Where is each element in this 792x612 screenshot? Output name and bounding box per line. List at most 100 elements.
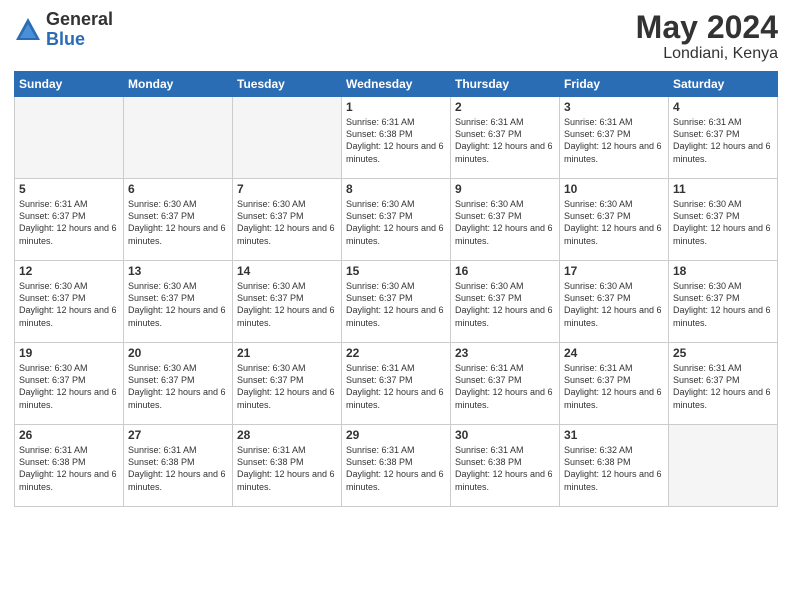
calendar-cell-w1-d5: 2Sunrise: 6:31 AM Sunset: 6:37 PM Daylig… (451, 97, 560, 179)
day-number: 6 (128, 182, 228, 196)
day-number: 2 (455, 100, 555, 114)
day-info: Sunrise: 6:30 AM Sunset: 6:37 PM Dayligh… (455, 280, 555, 329)
calendar-cell-w5-d2: 27Sunrise: 6:31 AM Sunset: 6:38 PM Dayli… (124, 425, 233, 507)
calendar-cell-w3-d3: 14 Sunrise: 6:30 AM Sunset: 6:37 PM Dayli… (233, 261, 342, 343)
calendar-cell-w5-d4: 29 Sunrise: 6:31 AM Sunset: 6:38 PM Dayli… (342, 425, 451, 507)
header-monday: Monday (124, 72, 233, 97)
day-number: 25 (673, 346, 773, 360)
day-info: Sunrise: 6:30 AM Sunset: 6:37 PM Dayligh… (237, 362, 337, 411)
calendar-cell-w4-d4: 22Sunrise: 6:31 AM Sunset: 6:37 PM Dayli… (342, 343, 451, 425)
calendar-cell-w2-d3: 7 Sunrise: 6:30 AM Sunset: 6:37 PM Daylig… (233, 179, 342, 261)
day-info: Sunrise: 6:32 AM Sunset: 6:38 PM Dayligh… (564, 444, 664, 493)
header-saturday: Saturday (669, 72, 778, 97)
day-info: Sunrise: 6:30 AM Sunset: 6:37 PM Dayligh… (128, 280, 228, 329)
day-number: 20 (128, 346, 228, 360)
calendar-cell-w3-d7: 18 Sunrise: 6:30 AM Sunset: 6:37 PM Dayli… (669, 261, 778, 343)
day-number: 19 (19, 346, 119, 360)
day-info: Sunrise: 6:30 AM Sunset: 6:37 PM Dayligh… (564, 198, 664, 247)
day-info: Sunrise: 6:31 AM Sunset: 6:37 PM Dayligh… (564, 362, 664, 411)
day-info: Sunrise: 6:31 AM Sunset: 6:38 PM Dayligh… (237, 444, 337, 493)
day-number: 10 (564, 182, 664, 196)
calendar-cell-w2-d7: 11 Sunrise: 6:30 AM Sunset: 6:37 PM Dayli… (669, 179, 778, 261)
calendar-cell-w2-d6: 10 Sunrise: 6:30 AM Sunset: 6:37 PM Dayli… (560, 179, 669, 261)
calendar-week-4: 19 Sunrise: 6:30 AM Sunset: 6:37 PM Dayli… (15, 343, 778, 425)
calendar-cell-w3-d6: 17 Sunrise: 6:30 AM Sunset: 6:37 PM Dayli… (560, 261, 669, 343)
calendar-cell-w4-d1: 19 Sunrise: 6:30 AM Sunset: 6:37 PM Dayli… (15, 343, 124, 425)
logo-icon (14, 16, 42, 44)
day-number: 15 (346, 264, 446, 278)
day-info: Sunrise: 6:31 AM Sunset: 6:37 PM Dayligh… (673, 116, 773, 165)
header-sunday: Sunday (15, 72, 124, 97)
day-info: Sunrise: 6:31 AM Sunset: 6:38 PM Dayligh… (346, 444, 446, 493)
day-info: Sunrise: 6:30 AM Sunset: 6:37 PM Dayligh… (673, 280, 773, 329)
day-info: Sunrise: 6:30 AM Sunset: 6:37 PM Dayligh… (128, 198, 228, 247)
logo: General Blue (14, 10, 113, 50)
day-number: 18 (673, 264, 773, 278)
day-info: Sunrise: 6:30 AM Sunset: 6:37 PM Dayligh… (673, 198, 773, 247)
header-friday: Friday (560, 72, 669, 97)
calendar-week-5: 26Sunrise: 6:31 AM Sunset: 6:38 PM Dayli… (15, 425, 778, 507)
header-thursday: Thursday (451, 72, 560, 97)
day-number: 30 (455, 428, 555, 442)
day-number: 24 (564, 346, 664, 360)
title-location: Londiani, Kenya (636, 45, 778, 63)
calendar-cell-w1-d7: 4 Sunrise: 6:31 AM Sunset: 6:37 PM Daylig… (669, 97, 778, 179)
day-number: 22 (346, 346, 446, 360)
calendar-cell-w5-d1: 26Sunrise: 6:31 AM Sunset: 6:38 PM Dayli… (15, 425, 124, 507)
calendar-cell-w5-d7 (669, 425, 778, 507)
calendar-cell-w4-d2: 20 Sunrise: 6:30 AM Sunset: 6:37 PM Dayli… (124, 343, 233, 425)
calendar-cell-w1-d3 (233, 97, 342, 179)
calendar-cell-w2-d5: 9Sunrise: 6:30 AM Sunset: 6:37 PM Daylig… (451, 179, 560, 261)
day-info: Sunrise: 6:30 AM Sunset: 6:37 PM Dayligh… (346, 280, 446, 329)
calendar-cell-w1-d1 (15, 97, 124, 179)
day-number: 31 (564, 428, 664, 442)
day-number: 27 (128, 428, 228, 442)
calendar-cell-w4-d6: 24 Sunrise: 6:31 AM Sunset: 6:37 PM Dayli… (560, 343, 669, 425)
page: General Blue May 2024 Londiani, Kenya Su… (0, 0, 792, 612)
day-number: 11 (673, 182, 773, 196)
header: General Blue May 2024 Londiani, Kenya (14, 10, 778, 63)
day-info: Sunrise: 6:30 AM Sunset: 6:37 PM Dayligh… (237, 198, 337, 247)
calendar-cell-w3-d2: 13 Sunrise: 6:30 AM Sunset: 6:37 PM Dayli… (124, 261, 233, 343)
calendar-cell-w3-d5: 16 Sunrise: 6:30 AM Sunset: 6:37 PM Dayli… (451, 261, 560, 343)
calendar-week-3: 12 Sunrise: 6:30 AM Sunset: 6:37 PM Dayli… (15, 261, 778, 343)
calendar-cell-w2-d2: 6 Sunrise: 6:30 AM Sunset: 6:37 PM Daylig… (124, 179, 233, 261)
title-month: May 2024 (636, 10, 778, 45)
day-number: 16 (455, 264, 555, 278)
calendar-table: Sunday Monday Tuesday Wednesday Thursday… (14, 71, 778, 507)
calendar-cell-w4-d7: 25 Sunrise: 6:31 AM Sunset: 6:37 PM Dayli… (669, 343, 778, 425)
day-number: 14 (237, 264, 337, 278)
day-number: 7 (237, 182, 337, 196)
calendar-cell-w1-d6: 3Sunrise: 6:31 AM Sunset: 6:37 PM Daylig… (560, 97, 669, 179)
calendar-cell-w5-d3: 28Sunrise: 6:31 AM Sunset: 6:38 PM Dayli… (233, 425, 342, 507)
day-number: 13 (128, 264, 228, 278)
day-info: Sunrise: 6:30 AM Sunset: 6:37 PM Dayligh… (237, 280, 337, 329)
day-number: 23 (455, 346, 555, 360)
day-number: 12 (19, 264, 119, 278)
title-block: May 2024 Londiani, Kenya (636, 10, 778, 63)
day-info: Sunrise: 6:31 AM Sunset: 6:37 PM Dayligh… (673, 362, 773, 411)
header-tuesday: Tuesday (233, 72, 342, 97)
day-number: 29 (346, 428, 446, 442)
day-info: Sunrise: 6:30 AM Sunset: 6:37 PM Dayligh… (346, 198, 446, 247)
calendar-cell-w2-d4: 8Sunrise: 6:30 AM Sunset: 6:37 PM Daylig… (342, 179, 451, 261)
day-info: Sunrise: 6:31 AM Sunset: 6:37 PM Dayligh… (19, 198, 119, 247)
day-info: Sunrise: 6:30 AM Sunset: 6:37 PM Dayligh… (564, 280, 664, 329)
day-number: 4 (673, 100, 773, 114)
calendar-cell-w3-d4: 15 Sunrise: 6:30 AM Sunset: 6:37 PM Dayli… (342, 261, 451, 343)
calendar-cell-w1-d2 (124, 97, 233, 179)
day-number: 3 (564, 100, 664, 114)
day-number: 17 (564, 264, 664, 278)
logo-blue-text: Blue (46, 30, 113, 50)
calendar-header-row: Sunday Monday Tuesday Wednesday Thursday… (15, 72, 778, 97)
day-number: 21 (237, 346, 337, 360)
day-info: Sunrise: 6:30 AM Sunset: 6:37 PM Dayligh… (128, 362, 228, 411)
calendar-cell-w4-d3: 21 Sunrise: 6:30 AM Sunset: 6:37 PM Dayli… (233, 343, 342, 425)
calendar-week-2: 5Sunrise: 6:31 AM Sunset: 6:37 PM Daylig… (15, 179, 778, 261)
logo-text: General Blue (46, 10, 113, 50)
day-info: Sunrise: 6:31 AM Sunset: 6:37 PM Dayligh… (455, 362, 555, 411)
calendar-cell-w2-d1: 5Sunrise: 6:31 AM Sunset: 6:37 PM Daylig… (15, 179, 124, 261)
day-info: Sunrise: 6:30 AM Sunset: 6:37 PM Dayligh… (19, 362, 119, 411)
calendar-cell-w1-d4: 1Sunrise: 6:31 AM Sunset: 6:38 PM Daylig… (342, 97, 451, 179)
logo-general-text: General (46, 10, 113, 30)
